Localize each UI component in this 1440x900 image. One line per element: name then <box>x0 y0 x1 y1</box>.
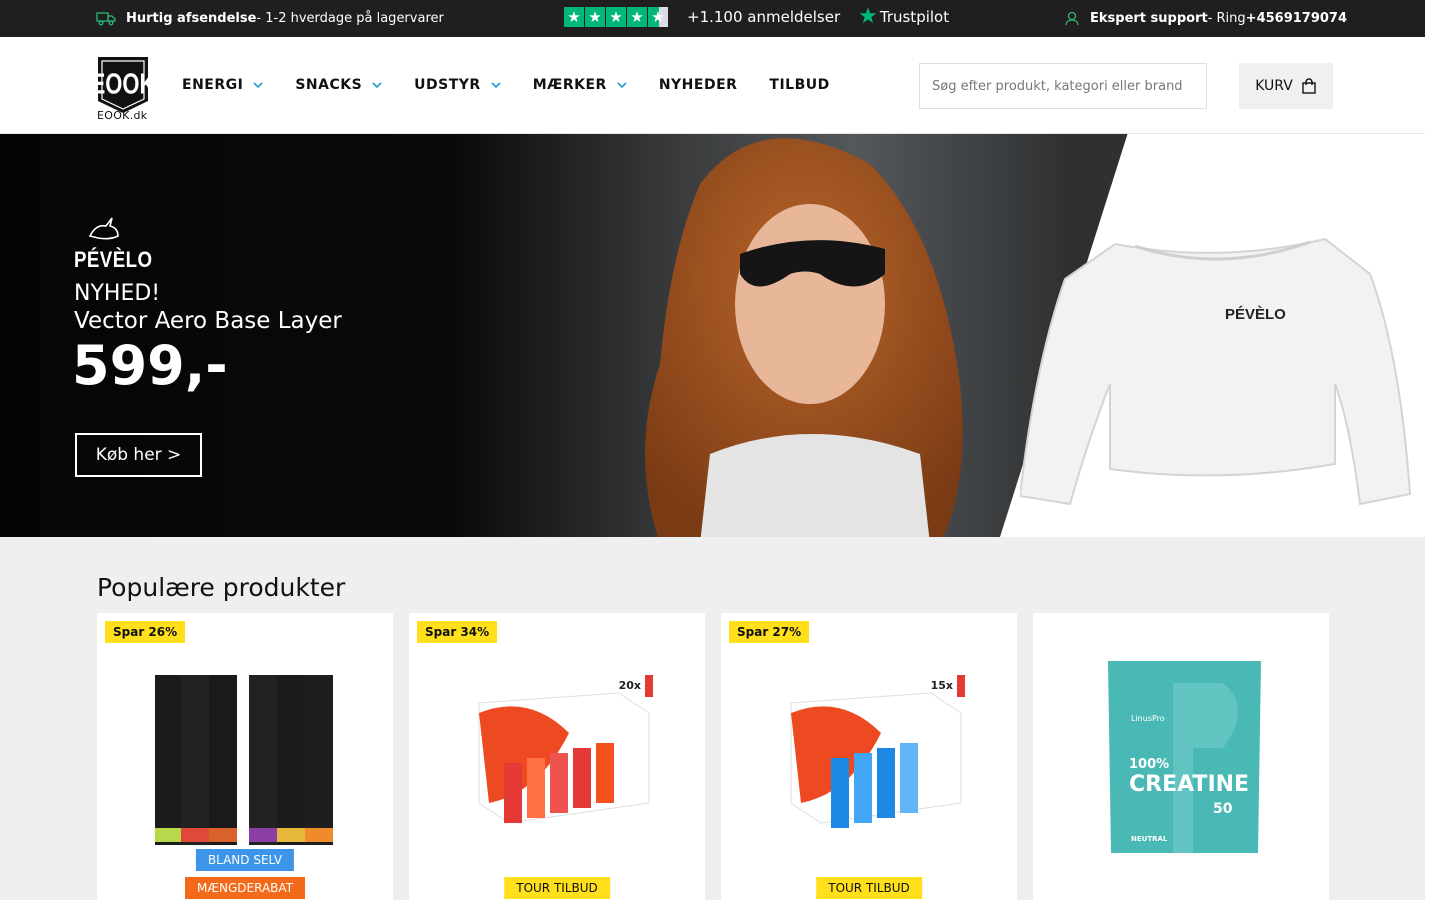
nav-label: NYHEDER <box>658 77 738 93</box>
cart-label: KURV <box>1255 78 1293 94</box>
discount-badge: Spar 34% <box>417 621 498 643</box>
hero-brand-name: PÉVÈLO <box>74 247 153 272</box>
hero-kicker: NYHED! <box>74 281 161 306</box>
creatine-percentage: 100% <box>1129 757 1169 772</box>
support-bold: Ekspert support <box>1090 10 1208 26</box>
chevron-down-icon <box>491 82 501 89</box>
nav-maerker[interactable]: MÆRKER <box>533 77 627 93</box>
svg-text:EOOK: EOOK <box>96 69 150 100</box>
shipping-text: - 1-2 hverdage på lagervarer <box>256 10 444 26</box>
creatine-name: CREATINE <box>1129 772 1249 797</box>
chevron-down-icon <box>617 82 627 89</box>
creatine-brand: LinusPro <box>1131 714 1165 723</box>
section-title: Populære produkter <box>97 573 346 602</box>
hydro-tubes-image <box>155 675 333 845</box>
nav-label: SNACKS <box>295 77 363 93</box>
product-grid: Spar 26% BLAND SELV MÆNGDERABAT Spar 34% <box>97 613 1329 900</box>
popular-products-section: Populære produkter Spar 26% BLAND SELV M… <box>0 537 1425 900</box>
nav-tilbud[interactable]: TILBUD <box>769 77 829 93</box>
hero-model-image <box>645 138 963 537</box>
buy-here-button[interactable]: Køb her > <box>75 433 202 477</box>
discount-badge: Spar 26% <box>105 621 186 643</box>
chevron-down-icon <box>253 82 263 89</box>
star-icon: ★ <box>564 7 584 27</box>
mix-yourself-tag: BLAND SELV <box>195 849 295 871</box>
trustpilot-widget[interactable]: ★ ★ ★ ★ ★ +1.100 anmeldelser ★ Trustpilot <box>564 4 950 29</box>
shipping-bold: Hurtig afsendelse <box>126 10 257 26</box>
nav-label: TILBUD <box>769 77 830 93</box>
search-input[interactable] <box>919 63 1207 109</box>
main-nav: ENERGI SNACKS UDSTYR MÆRKER NYHEDER TILB… <box>182 77 862 93</box>
reviews-count: +1.100 anmeldelser <box>687 8 841 26</box>
trustpilot-star-icon: ★ <box>858 4 878 29</box>
logo-text: EOOK.dk <box>97 109 148 122</box>
hero-title: Vector Aero Base Layer <box>74 308 342 334</box>
pack-count: 20x <box>619 679 641 692</box>
trustpilot-logo: ★ Trustpilot <box>858 4 950 29</box>
nav-label: UDSTYR <box>414 77 481 93</box>
nav-energi[interactable]: ENERGI <box>182 77 263 93</box>
product-card[interactable]: Spar 26% BLAND SELV MÆNGDERABAT <box>97 613 393 900</box>
rating-stars: ★ ★ ★ ★ ★ <box>564 7 668 27</box>
nav-nyheder[interactable]: NYHEDER <box>659 77 738 93</box>
support-info: Ekspert support- Ring+4569179074 <box>1064 10 1347 26</box>
truck-icon <box>96 12 116 26</box>
support-text: - Ring <box>1207 10 1246 26</box>
creatine-servings: 50 <box>1213 801 1233 817</box>
shipping-info: Hurtig afsendelse- 1-2 hverdage på lager… <box>96 10 444 26</box>
product-card[interactable]: LinusPro 100% CREATINE 50 NEUTRAL <box>1033 613 1329 900</box>
half-star-icon: ★ <box>648 7 668 27</box>
nav-label: ENERGI <box>182 77 244 93</box>
chevron-down-icon <box>372 82 382 89</box>
star-icon: ★ <box>606 7 626 27</box>
product-card[interactable]: Spar 27% 15x TOUR TILBUD <box>721 613 1017 900</box>
nav-snacks[interactable]: SNACKS <box>295 77 382 93</box>
high5-gel-box-image: 20x <box>478 675 653 824</box>
shopping-bag-icon <box>1302 78 1316 94</box>
hero-price: 599,- <box>72 334 228 397</box>
rabbit-icon <box>88 217 119 240</box>
creatine-bag-image: LinusPro 100% CREATINE 50 NEUTRAL <box>1108 661 1261 853</box>
top-info-bar: Hurtig afsendelse- 1-2 hverdage på lager… <box>0 0 1425 37</box>
cart-button[interactable]: KURV <box>1239 63 1333 109</box>
tour-offer-tag: TOUR TILBUD <box>504 877 610 899</box>
site-header: EOOK EOOK.dk ENERGI SNACKS UDSTYR MÆRKER… <box>0 37 1425 134</box>
star-icon: ★ <box>585 7 605 27</box>
shirt-brand-label: PÉVÈLO <box>1225 306 1286 323</box>
tour-offer-tag: TOUR TILBUD <box>816 877 922 899</box>
high5-gel-box-image: 15x <box>790 675 965 828</box>
trustpilot-label: Trustpilot <box>879 8 950 26</box>
creatine-flavor: NEUTRAL <box>1131 835 1168 843</box>
quantity-discount-tag: MÆNGDERABAT <box>184 877 306 899</box>
base-layer-shirt-image: PÉVÈLO <box>1020 237 1412 506</box>
nav-label: MÆRKER <box>532 77 607 93</box>
pack-count: 15x <box>931 679 953 692</box>
support-agent-icon <box>1065 11 1079 26</box>
hero-banner[interactable]: PÉVÈLO PÉVÈLO NYHED! Vector Aero Base La… <box>0 134 1425 537</box>
support-phone-link[interactable]: +4569179074 <box>1246 11 1347 26</box>
product-card[interactable]: Spar 34% 20x TOUR TILBUD <box>409 613 705 900</box>
discount-badge: Spar 27% <box>729 621 810 643</box>
nav-udstyr[interactable]: UDSTYR <box>414 77 501 93</box>
star-icon: ★ <box>627 7 647 27</box>
